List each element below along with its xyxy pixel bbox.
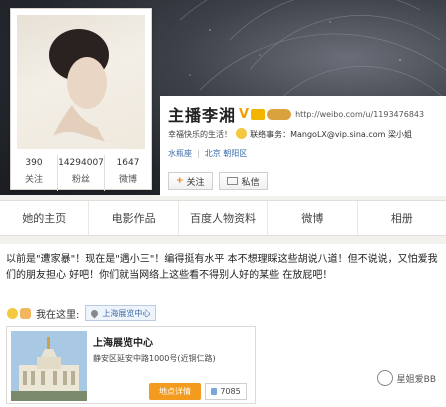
follow-label: 关注 bbox=[186, 177, 205, 188]
smile-emoji-icon bbox=[7, 307, 18, 319]
location-count[interactable]: 7085 bbox=[205, 383, 247, 400]
stat-label: 关注 bbox=[24, 175, 43, 185]
tab-album[interactable]: 相册 bbox=[356, 201, 446, 235]
profile-info: 主播李湘 V http://weibo.com/u/1193476843 幸福快… bbox=[160, 96, 446, 196]
message-button[interactable]: 私信 bbox=[218, 172, 268, 190]
wechat-logo-icon bbox=[376, 370, 393, 386]
stat-followers[interactable]: 14294007 粉丝 bbox=[57, 155, 104, 191]
stat-following[interactable]: 390 关注 bbox=[11, 155, 57, 191]
stat-value: 1647 bbox=[116, 158, 140, 168]
mail-icon bbox=[226, 177, 238, 185]
vip-icon[interactable] bbox=[251, 108, 266, 120]
member-badge-icon[interactable] bbox=[267, 108, 292, 120]
message-label: 私信 bbox=[241, 177, 260, 188]
contact-text: 联络事务：MangoLX@vip.sina.com 梁小姐 bbox=[250, 130, 412, 139]
bio-text: 幸福快乐的生活！ bbox=[168, 130, 232, 139]
tag-separator: | bbox=[197, 149, 200, 158]
location-detail-button[interactable]: 地点详情 bbox=[149, 383, 201, 400]
victory-emoji-icon bbox=[20, 307, 31, 319]
avatar[interactable] bbox=[17, 15, 145, 149]
name-row: 主播李湘 V http://weibo.com/u/1193476843 bbox=[168, 102, 424, 126]
location-chip[interactable]: 上海展览中心 bbox=[85, 305, 157, 321]
location-row: 我在这里: 上海展览中心 bbox=[6, 305, 157, 321]
thumbs-up-icon bbox=[211, 388, 218, 395]
location-pin-icon bbox=[89, 308, 100, 318]
tab-baidu-profile[interactable]: 百度人物资料 bbox=[177, 201, 267, 235]
stat-posts[interactable]: 1647 微博 bbox=[104, 155, 151, 191]
plus-icon: + bbox=[176, 176, 184, 186]
tag-zodiac[interactable]: 水瓶座 bbox=[168, 148, 192, 159]
profile-name: 主播李湘 bbox=[168, 106, 237, 125]
tag-location[interactable]: 北京 朝阳区 bbox=[205, 148, 248, 159]
stat-value: 14294007 bbox=[58, 158, 104, 168]
location-chip-label: 上海展览中心 bbox=[102, 308, 151, 318]
profile-tabs: 她的主页 电影作品 百度人物资料 微博 相册 bbox=[0, 200, 446, 236]
verified-icon[interactable]: V bbox=[239, 107, 249, 122]
stat-value: 390 bbox=[25, 158, 43, 168]
post-text: 以前是"遭家暴"！现在是"遇小三"！编得挺有水平 本不想理睬这些胡说八道！但不说… bbox=[6, 254, 438, 281]
location-title[interactable]: 上海展览中心 bbox=[93, 334, 153, 349]
location-count-value: 7085 bbox=[220, 387, 241, 396]
stat-label: 微博 bbox=[118, 175, 137, 185]
tab-home[interactable]: 她的主页 bbox=[0, 201, 88, 235]
follow-button[interactable]: + 关注 bbox=[168, 172, 213, 190]
stat-label: 粉丝 bbox=[71, 175, 90, 185]
location-address: 静安区延安中路1000号(近铜仁路) bbox=[93, 354, 216, 363]
tab-films[interactable]: 电影作品 bbox=[88, 201, 177, 235]
profile-card: 390 关注 14294007 粉丝 1647 微博 bbox=[10, 8, 152, 191]
bio-line: 幸福快乐的生活！ 联络事务：MangoLX@vip.sina.com 梁小姐 bbox=[168, 128, 412, 140]
watermark-text: 星姐爱BB bbox=[396, 374, 436, 385]
profile-tags: 水瓶座 | 北京 朝阳区 bbox=[168, 148, 247, 159]
profile-url-link[interactable]: http://weibo.com/u/1193476843 bbox=[295, 110, 424, 119]
tab-weibo[interactable]: 微博 bbox=[267, 201, 356, 235]
watermark: 星姐爱BB bbox=[376, 370, 436, 386]
profile-actions: + 关注 私信 bbox=[168, 172, 274, 190]
location-card[interactable]: 上海展览中心 静安区延安中路1000号(近铜仁路) 地点详情 7085 bbox=[6, 326, 256, 404]
profile-stats: 390 关注 14294007 粉丝 1647 微博 bbox=[11, 155, 151, 191]
exhibition-center-photo[interactable] bbox=[11, 331, 87, 401]
here-label: 我在这里: bbox=[36, 309, 80, 321]
medal-icon bbox=[235, 128, 247, 139]
